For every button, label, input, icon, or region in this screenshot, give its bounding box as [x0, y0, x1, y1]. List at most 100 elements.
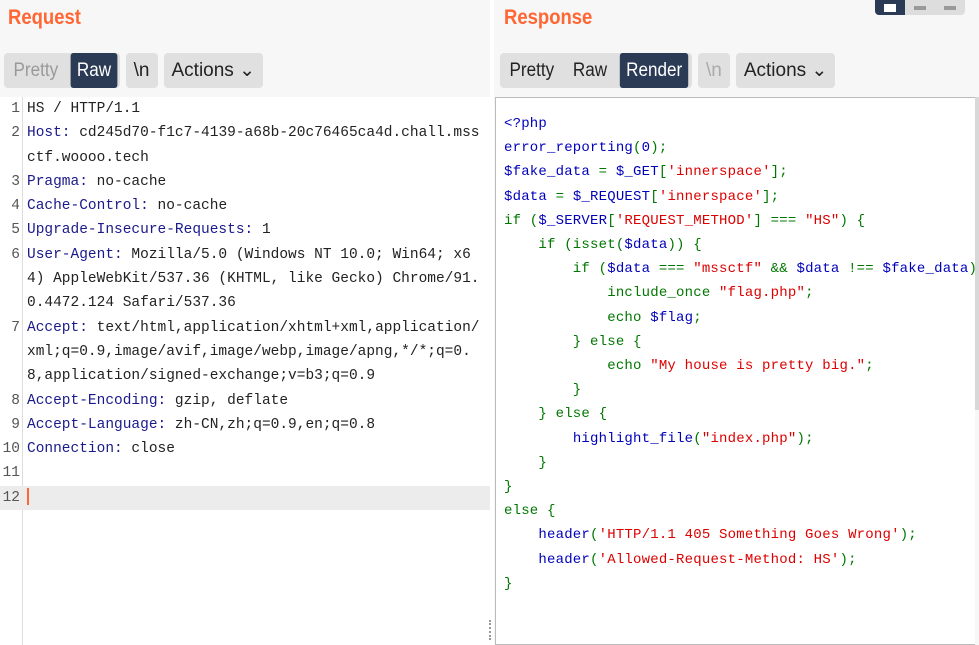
header-name: Connection:: [27, 441, 123, 458]
code-token: =: [598, 164, 616, 181]
header-value: gzip, deflate: [166, 392, 289, 409]
actions-label: Actions: [171, 60, 234, 81]
code-token: $data: [796, 261, 849, 278]
request-line: 1 HS / HTTP/1.1: [0, 97, 490, 121]
code-token: }: [504, 454, 548, 471]
code-token: else {: [504, 503, 556, 520]
request-line: 11: [0, 461, 490, 485]
code-token: if (: [504, 261, 608, 278]
code-token: ];: [762, 188, 780, 205]
split-vertical-button[interactable]: [905, 0, 935, 15]
line-number: 11: [2, 465, 20, 482]
header-name: Upgrade-Insecure-Requests:: [27, 222, 254, 239]
code-token: header: [538, 527, 591, 544]
code-token: error_reporting: [504, 140, 634, 157]
actions-label: Actions: [743, 60, 807, 81]
code-token: );: [650, 140, 668, 157]
header-value: 1: [253, 222, 271, 239]
code-token: 'innerspace': [667, 164, 771, 181]
code-line: }: [504, 451, 975, 475]
line-number: 3: [11, 173, 20, 190]
code-token: ];: [770, 164, 788, 181]
response-tab-render[interactable]: Render: [619, 53, 689, 88]
code-token: "My house is pretty big.": [650, 358, 866, 375]
code-token: header: [538, 551, 591, 568]
header-name: Pragma:: [27, 173, 88, 190]
code-token: if (: [504, 212, 539, 229]
code-token: } else {: [504, 406, 608, 423]
header-name: Accept-Encoding:: [27, 392, 167, 409]
panel-resize-handle[interactable]: [489, 620, 492, 640]
code-token: highlight_file: [572, 430, 694, 447]
code-line: $fake_data = $_GET['innerspace'];: [504, 160, 975, 184]
code-token: <?php: [504, 116, 548, 132]
code-token: $_SERVER: [538, 212, 608, 229]
split-horizontal-button[interactable]: [875, 0, 905, 15]
code-token: 'Allowed-Request-Method: HS': [598, 551, 840, 568]
square-icon: [944, 5, 956, 10]
line-number: 7: [11, 319, 20, 336]
header-value: text/html,application/xhtml+xml,applicat…: [27, 319, 480, 385]
response-tab-pretty[interactable]: Pretty: [503, 53, 560, 88]
request-line: 4 Cache-Control: no-cache: [0, 194, 490, 218]
line-number: 2: [11, 125, 20, 142]
header-value: cd245d70-f1c7-4139-a68b-20c76465ca4d.cha…: [27, 125, 480, 166]
code-line: echo $flag;: [504, 306, 975, 330]
header-value: no-cache: [148, 198, 228, 215]
code-token: echo: [504, 358, 651, 375]
request-actions-button[interactable]: Actions ⌄: [163, 53, 264, 88]
code-token: (: [633, 140, 642, 157]
code-line: if (isset($data)) {: [504, 233, 975, 257]
code-token: "HS": [805, 212, 840, 229]
code-token: }: [504, 382, 582, 399]
request-line: 5 Upgrade-Insecure-Requests: 1: [0, 218, 490, 242]
code-line: $data = $_REQUEST['innerspace'];: [504, 185, 975, 209]
response-newline-toggle[interactable]: \n: [697, 53, 730, 88]
response-view-tabs: Pretty Raw Render: [500, 53, 692, 88]
code-token: [: [650, 188, 659, 205]
code-token: ===: [658, 261, 694, 278]
header-name: Cache-Control:: [27, 198, 149, 215]
code-token: if (isset(: [504, 237, 625, 254]
header-name: Accept:: [27, 319, 88, 336]
code-token: $_GET: [615, 164, 659, 181]
code-token: ;: [805, 285, 814, 302]
code-line: echo "My house is pretty big.";: [504, 354, 975, 378]
code-token: ] ===: [753, 212, 806, 229]
request-line: 6 User-Agent: Mozilla/5.0 (Windows NT 10.…: [0, 243, 490, 316]
code-line: <?php: [504, 112, 975, 136]
code-token: include_once: [504, 285, 720, 302]
code-token: }: [504, 575, 513, 592]
request-panel: Request Pretty Raw \n Actions ⌄ 1 HS / HT…: [0, 0, 492, 645]
code-line: else {: [504, 499, 975, 523]
request-view-tabs: Pretty Raw: [4, 53, 120, 88]
code-token: );: [839, 551, 857, 568]
request-tab-raw[interactable]: Raw: [70, 53, 118, 88]
header-value: HS / HTTP/1.1: [27, 101, 141, 117]
request-line: 8 Accept-Encoding: gzip, deflate: [0, 389, 490, 413]
request-newline-toggle[interactable]: \n: [125, 53, 158, 88]
header-value: no-cache: [87, 173, 167, 190]
code-token: (: [590, 527, 599, 544]
line-number: 12: [2, 489, 20, 506]
code-line: }: [504, 378, 975, 402]
response-title: Response: [504, 6, 593, 29]
request-tab-pretty[interactable]: Pretty: [7, 53, 64, 88]
response-scrollbar[interactable]: [975, 97, 979, 410]
request-line: 3 Pragma: no-cache: [0, 170, 490, 194]
response-tab-raw[interactable]: Raw: [566, 53, 613, 88]
rows-icon: [914, 5, 926, 10]
code-token: $fake_data: [882, 261, 969, 278]
code-token: );: [899, 527, 917, 544]
tabs-view-button[interactable]: [935, 0, 965, 15]
header-name: Host:: [27, 125, 71, 142]
response-actions-button[interactable]: Actions ⌄: [735, 53, 836, 88]
request-line: 12: [0, 485, 490, 511]
code-token: } else {: [504, 333, 642, 350]
code-line: include_once "flag.php";: [504, 281, 975, 305]
request-line: 7 Accept: text/html,application/xhtml+xml…: [0, 316, 490, 389]
code-token: =: [555, 188, 573, 205]
code-token: "mssctf": [693, 261, 771, 278]
request-editor[interactable]: 1 HS / HTTP/1.1 2 Host: cd245d70-f1c7-4139-…: [0, 97, 490, 645]
